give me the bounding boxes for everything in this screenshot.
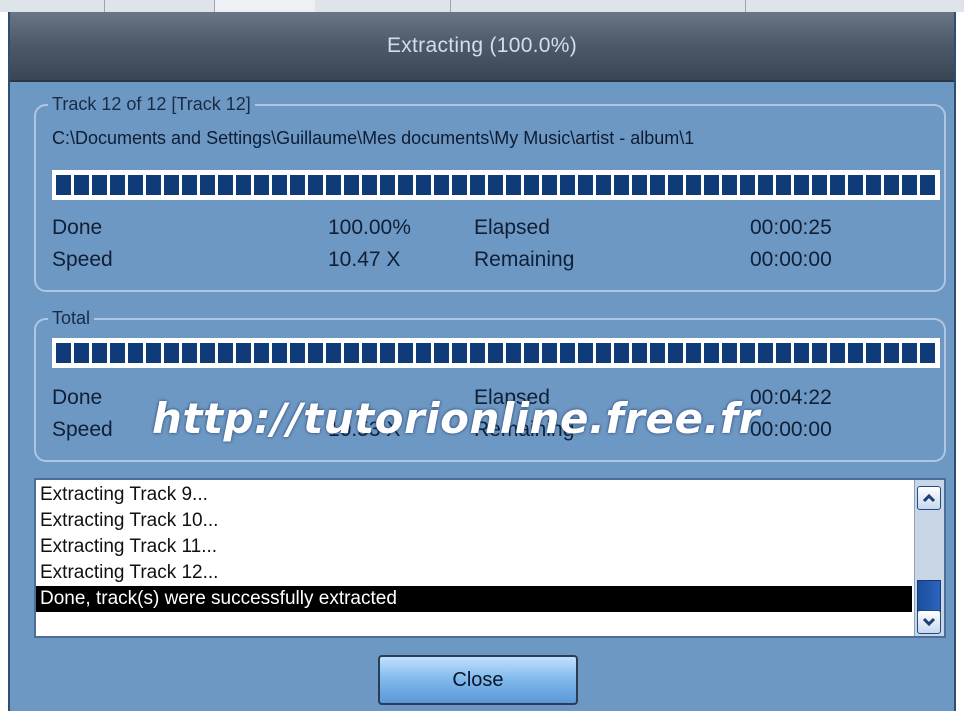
log-lines: Extracting Track 9... Extracting Track 1… [36, 482, 912, 612]
track-speed-value: 10.47 X [328, 248, 401, 271]
total-speed-label: Speed [52, 418, 113, 441]
total-progress-fill [56, 343, 936, 363]
track-remaining-label: Remaining [474, 248, 575, 271]
log-line[interactable]: Extracting Track 11... [36, 534, 912, 560]
track-speed-label: Speed [52, 248, 113, 271]
log-line-selected[interactable]: Done, track(s) were successfully extract… [36, 586, 912, 612]
watermark-text: http://tutorionline.free.fr [152, 394, 760, 443]
log-line[interactable]: Extracting Track 9... [36, 482, 912, 508]
log-line[interactable]: Extracting Track 12... [36, 560, 912, 586]
scroll-thumb[interactable] [917, 580, 941, 612]
track-group: Track 12 of 12 [Track 12] C:\Documents a… [34, 94, 946, 292]
total-done-label: Done [52, 386, 103, 409]
track-done-value: 100.00% [328, 216, 411, 239]
chevron-down-icon [922, 617, 936, 627]
total-legend: Total [48, 308, 95, 329]
track-elapsed-value: 00:00:25 [750, 216, 832, 239]
total-remaining-value: 00:00:00 [750, 418, 832, 441]
log-listbox[interactable]: Extracting Track 9... Extracting Track 1… [34, 478, 946, 638]
log-line[interactable]: Extracting Track 10... [36, 508, 912, 534]
title-bar[interactable]: Extracting (100.0%) [10, 12, 954, 82]
close-button[interactable]: Close [378, 655, 578, 705]
background-tab [214, 0, 315, 12]
background-tab [450, 0, 541, 12]
background-window-strip [0, 0, 964, 12]
total-elapsed-value: 00:04:22 [750, 386, 832, 409]
track-progress-bar [52, 170, 940, 200]
track-progress-fill [56, 175, 936, 195]
window-title: Extracting (100.0%) [386, 34, 578, 57]
scroll-down-button[interactable] [917, 610, 941, 634]
track-file-path: C:\Documents and Settings\Guillaume\Mes … [52, 128, 695, 148]
close-button-label: Close [452, 668, 504, 691]
track-remaining-value: 00:00:00 [750, 248, 832, 271]
chevron-up-icon [922, 493, 936, 503]
log-scrollbar[interactable] [914, 480, 944, 636]
scroll-up-button[interactable] [917, 486, 941, 510]
track-legend: Track 12 of 12 [Track 12] [48, 94, 255, 115]
total-progress-bar [52, 338, 940, 368]
track-elapsed-label: Elapsed [474, 216, 550, 239]
background-tab [745, 0, 964, 12]
background-tab [104, 0, 215, 12]
track-done-label: Done [52, 216, 103, 239]
extract-dialog: Extracting (100.0%) Track 12 of 12 [Trac… [8, 12, 956, 711]
